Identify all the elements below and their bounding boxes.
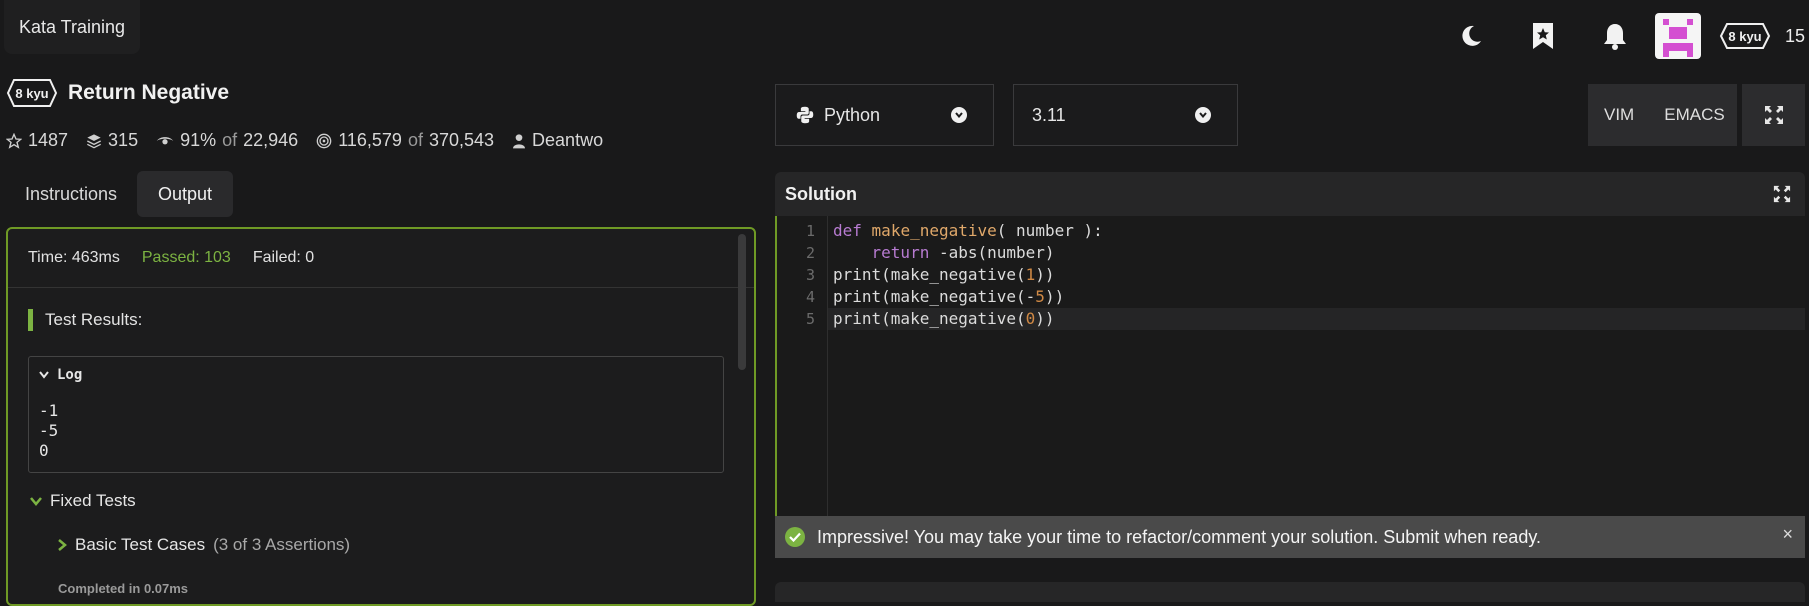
completed-count: 116,579 bbox=[338, 130, 402, 150]
code-line: return -abs(number) bbox=[871, 243, 1055, 262]
fullscreen-button[interactable] bbox=[1742, 84, 1805, 146]
log-line: 0 bbox=[39, 441, 49, 460]
code-line: print(make_negative(1)) bbox=[833, 265, 1055, 284]
output-scrollbar[interactable] bbox=[738, 234, 746, 370]
log-box: Log -1 -5 0 bbox=[28, 356, 724, 473]
success-notification: Impressive! You may take your time to re… bbox=[775, 516, 1805, 558]
top-toolbar: 8 kyu 15 bbox=[1435, 13, 1809, 59]
version-select[interactable]: 3.11 bbox=[1013, 84, 1238, 146]
completed-time: Completed in 0.07ms bbox=[58, 581, 189, 596]
keymap-mode-group: VIM EMACS bbox=[1588, 84, 1737, 146]
failed-label: Failed: 0 bbox=[252, 249, 315, 266]
solution-title: Solution bbox=[785, 183, 857, 204]
target-icon bbox=[316, 133, 332, 148]
code-line: def make_negative( number ): bbox=[833, 221, 1103, 240]
kata-title: Return Negative bbox=[68, 81, 230, 104]
output-panel: Time: 463ms Passed: 103 Failed: 0 Test R… bbox=[6, 227, 756, 606]
satisfaction-stat: 91% of 22,946 bbox=[156, 130, 298, 151]
basic-test-toggle[interactable]: Basic Test Cases (3 of 3 Assertions) bbox=[58, 535, 350, 555]
test-results-heading: Test Results: bbox=[28, 309, 142, 331]
tab-instructions[interactable]: Instructions bbox=[8, 171, 134, 217]
vim-mode-button[interactable]: VIM bbox=[1604, 105, 1634, 125]
stars-stat[interactable]: 1487 bbox=[6, 130, 68, 151]
basic-test-count: (3 of 3 Assertions) bbox=[213, 535, 351, 554]
user-icon bbox=[513, 133, 526, 148]
test-results-title: Test Results: bbox=[45, 310, 143, 329]
language-select[interactable]: Python bbox=[775, 84, 994, 146]
check-circle-icon bbox=[785, 527, 805, 547]
expand-icon[interactable] bbox=[1773, 185, 1791, 203]
stars-count: 1487 bbox=[28, 130, 69, 150]
code-line: print(make_negative(0)) bbox=[833, 309, 1055, 328]
python-icon bbox=[796, 106, 814, 124]
eye-icon bbox=[156, 136, 174, 144]
layers-icon bbox=[87, 133, 102, 148]
author-stat[interactable]: Deantwo bbox=[512, 130, 603, 151]
satisfaction-of: of bbox=[222, 130, 238, 150]
app-brand[interactable]: Kata Training bbox=[4, 0, 140, 54]
chevron-right-icon bbox=[58, 539, 67, 551]
expand-icon bbox=[1764, 106, 1783, 124]
log-title: Log bbox=[57, 367, 83, 383]
collections-count: 315 bbox=[108, 130, 139, 150]
fixed-tests-label: Fixed Tests bbox=[50, 491, 136, 510]
line-number: 4 bbox=[805, 288, 815, 306]
line-number: 2 bbox=[805, 244, 815, 262]
moon-icon[interactable] bbox=[1435, 14, 1507, 58]
bookmark-star-icon[interactable] bbox=[1507, 14, 1579, 58]
chevron-down-icon bbox=[1195, 107, 1211, 123]
log-line: -5 bbox=[39, 421, 59, 440]
chevron-down-icon bbox=[30, 496, 42, 506]
chevron-down-icon bbox=[39, 371, 49, 379]
line-number: 5 bbox=[805, 310, 815, 328]
bell-icon[interactable] bbox=[1579, 14, 1651, 58]
attempts-count: 370,543 bbox=[428, 130, 495, 150]
basic-test-label: Basic Test Cases bbox=[75, 535, 206, 554]
time-label: Time: 463ms bbox=[28, 249, 120, 266]
next-panel-header bbox=[775, 582, 1805, 602]
kata-title-row: 8 kyu Return Negative bbox=[6, 78, 229, 108]
line-number: 3 bbox=[805, 266, 815, 284]
log-output: -1 -5 0 bbox=[39, 401, 58, 461]
log-toggle[interactable]: Log bbox=[39, 367, 82, 383]
honor-count: 15 bbox=[1785, 25, 1806, 46]
results-marker bbox=[28, 309, 33, 331]
star-icon bbox=[6, 132, 22, 149]
kata-rank-badge: 8 kyu bbox=[6, 78, 58, 108]
completions-stat: 116,579 of 370,543 bbox=[316, 130, 494, 151]
user-rank-text: 8 kyu bbox=[1728, 29, 1761, 44]
satisfaction-pct: 91% bbox=[180, 130, 217, 150]
solution-header: Solution bbox=[775, 172, 1805, 216]
user-rank-badge[interactable]: 8 kyu bbox=[1719, 22, 1771, 50]
tab-output[interactable]: Output bbox=[137, 171, 233, 217]
kata-stats: 1487 315 91% of 22,946 116,579 of 370,54… bbox=[6, 130, 603, 151]
code-line: print(make_negative(-5)) bbox=[833, 287, 1065, 306]
passed-label: Passed: 103 bbox=[141, 249, 231, 266]
close-icon[interactable]: × bbox=[1782, 524, 1793, 545]
satisfaction-votes: 22,946 bbox=[243, 130, 299, 150]
collections-stat[interactable]: 315 bbox=[86, 130, 138, 151]
avatar[interactable] bbox=[1655, 13, 1701, 59]
author-name: Deantwo bbox=[532, 130, 604, 150]
version-value: 3.11 bbox=[1032, 104, 1066, 125]
language-value: Python bbox=[824, 104, 881, 125]
chevron-down-icon bbox=[951, 107, 967, 123]
output-summary: Time: 463ms Passed: 103 Failed: 0 bbox=[8, 229, 754, 288]
line-number-gutter: 1 2 3 4 5 bbox=[777, 216, 828, 556]
log-line: -1 bbox=[39, 401, 59, 420]
fixed-tests-toggle[interactable]: Fixed Tests bbox=[30, 491, 136, 511]
notification-text: Impressive! You may take your time to re… bbox=[817, 526, 1541, 547]
line-number: 1 bbox=[805, 222, 815, 240]
emacs-mode-button[interactable]: EMACS bbox=[1664, 105, 1724, 125]
code-editor[interactable]: 1 2 3 4 5 def make_negative( number ): r… bbox=[775, 216, 1805, 556]
attempts-of: of bbox=[407, 130, 423, 150]
kata-rank-text: 8 kyu bbox=[15, 86, 48, 101]
